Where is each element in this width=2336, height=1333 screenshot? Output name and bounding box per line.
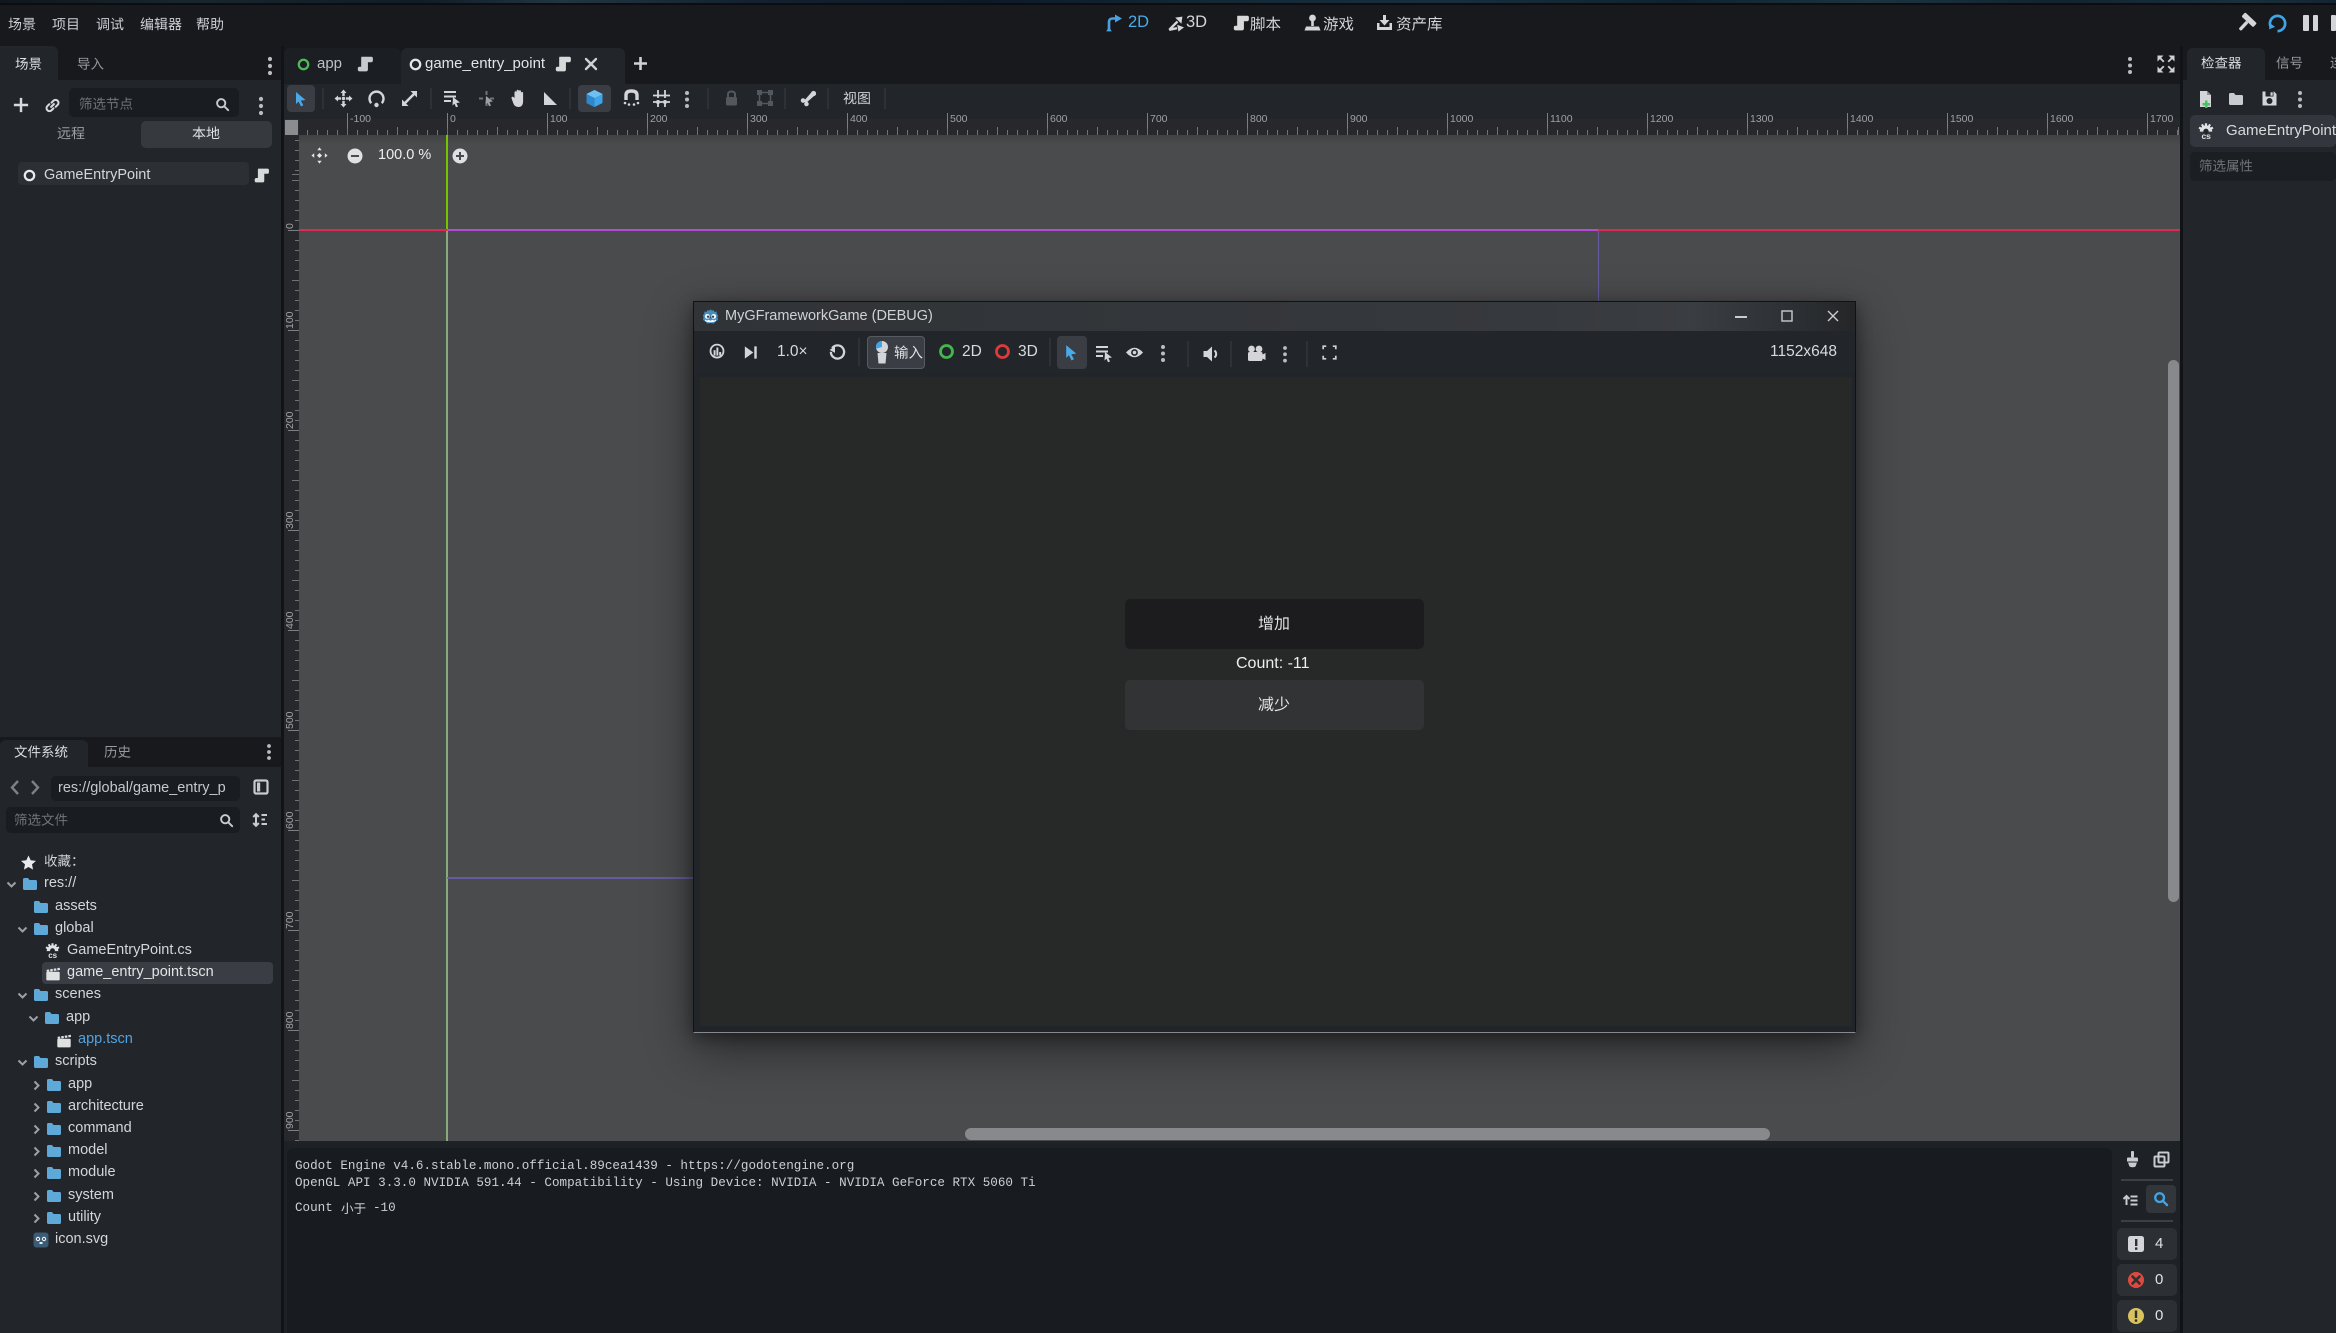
svg-text:cs: cs bbox=[48, 951, 57, 958]
svg-text:cs: cs bbox=[2201, 131, 2211, 139]
